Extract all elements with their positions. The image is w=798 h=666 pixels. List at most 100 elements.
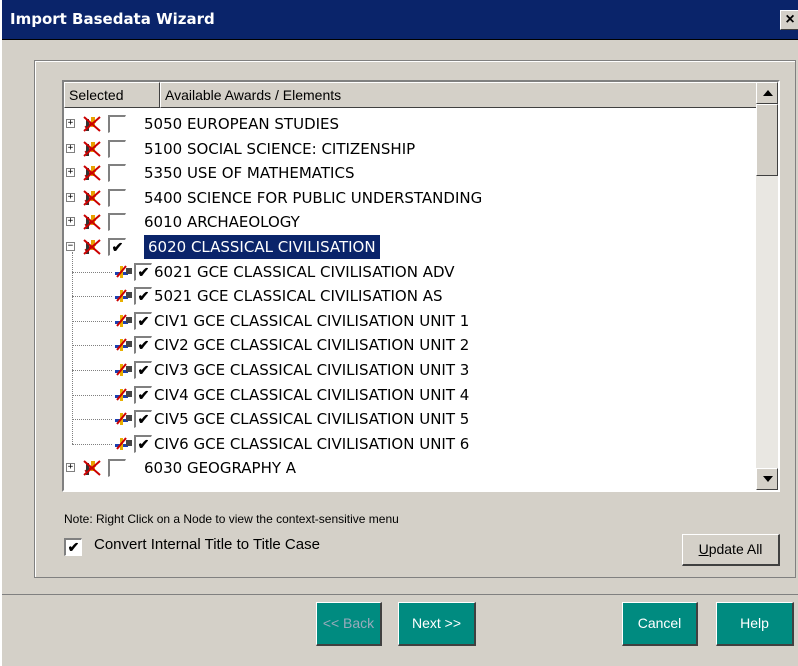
element-icon xyxy=(114,361,134,379)
award-icon xyxy=(82,115,102,133)
node-label[interactable]: CIV5 GCE CLASSICAL CIVILISATION UNIT 5 xyxy=(154,407,469,431)
award-icon xyxy=(82,238,102,256)
node-label[interactable]: CIV1 GCE CLASSICAL CIVILISATION UNIT 1 xyxy=(154,309,469,333)
node-label[interactable]: 5400 SCIENCE FOR PUBLIC UNDERSTANDING xyxy=(144,186,482,210)
element-icon xyxy=(114,312,134,330)
tree-node-award[interactable]: +5350 USE OF MATHEMATICS xyxy=(64,161,758,185)
scroll-up-button[interactable] xyxy=(756,82,778,104)
element-icon xyxy=(114,263,134,281)
node-label[interactable]: CIV3 GCE CLASSICAL CIVILISATION UNIT 3 xyxy=(154,358,469,382)
node-checkbox[interactable] xyxy=(108,213,126,232)
node-label[interactable]: 6030 GEOGRAPHY A xyxy=(144,456,296,480)
award-icon xyxy=(82,459,102,477)
scroll-down-button[interactable] xyxy=(756,468,778,490)
award-icon xyxy=(82,164,102,182)
node-checkbox[interactable]: ✔ xyxy=(108,238,126,256)
node-label[interactable]: 5021 GCE CLASSICAL CIVILISATION AS xyxy=(154,284,442,308)
update-all-button[interactable]: Update All xyxy=(682,534,780,566)
back-button[interactable]: << Back xyxy=(316,602,382,646)
expand-icon[interactable]: + xyxy=(66,217,75,227)
node-label[interactable]: 6010 ARCHAEOLOGY xyxy=(144,210,300,234)
node-checkbox[interactable]: ✔ xyxy=(134,287,152,306)
tree-node-element[interactable]: ✔ CIV3 GCE CLASSICAL CIVILISATION UNIT 3 xyxy=(64,358,758,382)
tree-connector xyxy=(72,345,112,347)
tree-node-award[interactable]: − ✔ 6020 CLASSICAL CIVILISATION xyxy=(64,235,758,259)
node-checkbox[interactable] xyxy=(108,188,126,207)
expand-icon[interactable]: + xyxy=(66,143,75,153)
node-checkbox[interactable]: ✔ xyxy=(134,336,152,355)
column-header-selected[interactable]: Selected xyxy=(64,82,160,108)
award-icon xyxy=(82,140,102,158)
convert-title-checkbox[interactable]: ✔ xyxy=(64,538,82,556)
element-icon xyxy=(114,435,134,453)
node-checkbox[interactable]: ✔ xyxy=(134,385,152,404)
node-checkbox[interactable]: ✔ xyxy=(134,311,152,330)
node-label[interactable]: CIV4 GCE CLASSICAL CIVILISATION UNIT 4 xyxy=(154,383,469,407)
node-label[interactable]: 6021 GCE CLASSICAL CIVILISATION ADV xyxy=(154,260,455,284)
help-button[interactable]: Help xyxy=(716,602,794,646)
node-checkbox[interactable]: ✔ xyxy=(134,262,152,281)
award-icon xyxy=(82,189,102,207)
node-checkbox[interactable]: ✔ xyxy=(134,434,152,453)
node-checkbox[interactable] xyxy=(108,164,126,183)
tree-connector xyxy=(72,370,112,371)
expand-icon[interactable]: + xyxy=(66,168,75,178)
tree-node-element[interactable]: ✔ CIV4 GCE CLASSICAL CIVILISATION UNIT 4 xyxy=(64,383,758,407)
tree-connector xyxy=(72,296,112,298)
node-label[interactable]: CIV6 GCE CLASSICAL CIVILISATION UNIT 6 xyxy=(154,432,469,456)
node-label[interactable]: 5350 USE OF MATHEMATICS xyxy=(144,161,354,185)
expand-icon[interactable]: + xyxy=(66,192,75,202)
convert-title-label[interactable]: Convert Internal Title to Title Case xyxy=(94,536,320,553)
window-title: Import Basedata Wizard xyxy=(10,10,215,28)
tree-node-element[interactable]: ✔ CIV1 GCE CLASSICAL CIVILISATION UNIT 1 xyxy=(64,309,758,333)
node-checkbox[interactable]: ✔ xyxy=(134,410,152,429)
node-label[interactable]: 5100 SOCIAL SCIENCE: CITIZENSHIP xyxy=(144,137,415,161)
tree-connector xyxy=(72,394,112,396)
next-button[interactable]: Next >> xyxy=(398,602,476,646)
update-all-label: pdate All xyxy=(708,541,763,557)
awards-tree[interactable]: Selected Available Awards / Elements +50… xyxy=(62,80,780,492)
tree-node-element[interactable]: ✔ 6021 GCE CLASSICAL CIVILISATION ADV xyxy=(64,260,758,284)
element-icon xyxy=(114,386,134,404)
context-menu-note: Note: Right Click on a Node to view the … xyxy=(64,512,399,526)
element-icon xyxy=(114,336,134,354)
tree-node-element[interactable]: ✔ CIV5 GCE CLASSICAL CIVILISATION UNIT 5 xyxy=(64,407,758,431)
close-button[interactable]: × xyxy=(780,10,798,30)
node-label[interactable]: 6020 CLASSICAL CIVILISATION xyxy=(144,235,380,259)
tree-node-element[interactable]: ✔ CIV2 GCE CLASSICAL CIVILISATION UNIT 2 xyxy=(64,333,758,357)
tree-node-award[interactable]: +5400 SCIENCE FOR PUBLIC UNDERSTANDING xyxy=(64,186,758,210)
expand-icon[interactable]: + xyxy=(66,119,75,128)
expand-icon[interactable]: + xyxy=(66,463,75,473)
arrow-down-icon xyxy=(763,476,773,482)
column-header-awards[interactable]: Available Awards / Elements xyxy=(160,82,758,108)
node-checkbox[interactable]: ✔ xyxy=(134,361,152,379)
wizard-window: Import Basedata Wizard × Selected Availa… xyxy=(0,0,798,666)
scroll-thumb[interactable] xyxy=(756,104,778,176)
button-separator xyxy=(2,594,798,595)
update-all-mnemonic: U xyxy=(698,541,709,557)
collapse-icon[interactable]: − xyxy=(66,242,75,251)
tree-node-element[interactable]: ✔ 5021 GCE CLASSICAL CIVILISATION AS xyxy=(64,284,758,308)
node-checkbox[interactable] xyxy=(108,139,126,158)
tree-connector xyxy=(72,271,112,273)
node-checkbox[interactable] xyxy=(108,115,126,133)
node-label[interactable]: 5050 EUROPEAN STUDIES xyxy=(144,112,339,136)
title-bar: Import Basedata Wizard × xyxy=(2,0,798,40)
arrow-up-icon xyxy=(763,90,773,96)
award-icon xyxy=(82,213,102,231)
tree-node-award[interactable]: +5050 EUROPEAN STUDIES xyxy=(64,112,758,136)
tree-node-award[interactable]: +5100 SOCIAL SCIENCE: CITIZENSHIP xyxy=(64,137,758,161)
cancel-button[interactable]: Cancel xyxy=(622,602,698,646)
tree-connector xyxy=(72,320,112,322)
element-icon xyxy=(114,287,134,305)
node-label[interactable]: CIV2 GCE CLASSICAL CIVILISATION UNIT 2 xyxy=(154,333,469,357)
node-checkbox[interactable] xyxy=(108,459,126,478)
tree-connector xyxy=(72,252,73,444)
tree-node-element[interactable]: ✔ CIV6 GCE CLASSICAL CIVILISATION UNIT 6 xyxy=(64,432,758,456)
vertical-scrollbar[interactable] xyxy=(756,82,778,490)
tree-connector xyxy=(72,443,112,445)
tree-connector xyxy=(72,419,112,421)
tree-node-award[interactable]: +6010 ARCHAEOLOGY xyxy=(64,210,758,234)
tree-node-award[interactable]: +6030 GEOGRAPHY A xyxy=(64,456,758,480)
element-icon xyxy=(114,410,134,428)
